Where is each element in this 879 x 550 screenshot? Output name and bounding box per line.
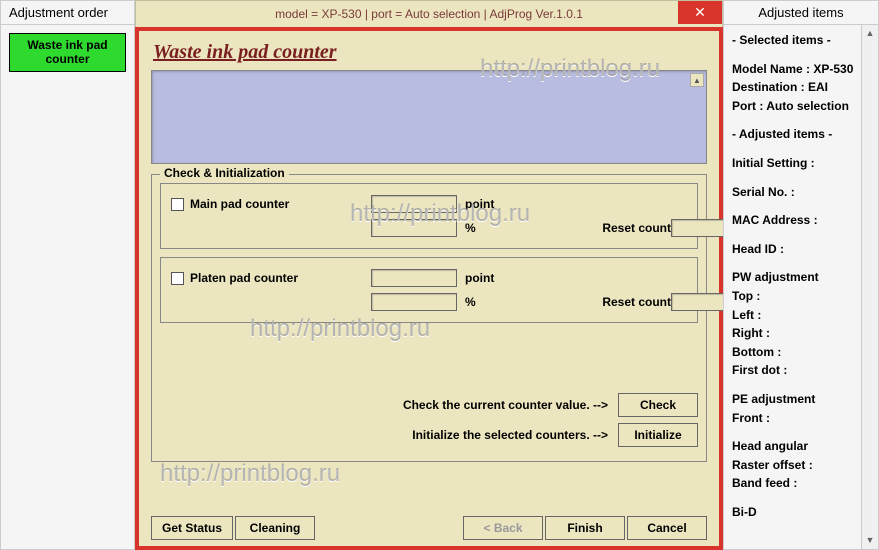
platen-pad-reset-label: Reset count <box>581 295 671 309</box>
main-pad-percent-label: % <box>461 221 501 235</box>
pw-right-line: Right : <box>732 324 870 343</box>
page-title: Waste ink pad counter <box>153 41 707 64</box>
platen-pad-point-field <box>371 269 457 287</box>
main-pad-point-field <box>371 195 457 213</box>
main-pad-label: Main pad counter <box>190 197 289 211</box>
log-textarea[interactable]: ▲ <box>151 70 707 164</box>
main-dialog: model = XP-530 | port = Auto selection |… <box>135 0 723 550</box>
check-hint: Check the current counter value. --> <box>403 398 608 412</box>
head-angular-line: Head angular <box>732 437 870 456</box>
adjustment-order-header: Adjustment order <box>1 1 134 25</box>
main-pad-reset-label: Reset count <box>581 221 671 235</box>
close-icon: ✕ <box>694 4 706 21</box>
fieldset-legend: Check & Initialization <box>160 166 289 180</box>
initialize-button[interactable]: Initialize <box>618 423 698 447</box>
cleaning-button[interactable]: Cleaning <box>235 516 315 540</box>
platen-pad-percent-field <box>371 293 457 311</box>
pe-front-line: Front : <box>732 409 870 428</box>
waste-ink-pad-counter-button[interactable]: Waste ink pad counter <box>9 33 126 72</box>
adjusted-items-panel: Adjusted items - Selected items - Model … <box>723 0 879 550</box>
main-pad-reset-field <box>671 219 727 237</box>
back-button: < Back <box>463 516 543 540</box>
platen-pad-point-label: point <box>461 271 501 285</box>
dialog-titlebar: model = XP-530 | port = Auto selection |… <box>135 0 723 27</box>
platen-pad-percent-label: % <box>461 295 501 309</box>
bi-d-line: Bi-D <box>732 503 870 522</box>
pw-top-line: Top : <box>732 287 870 306</box>
check-init-fieldset: Check & Initialization Main pad counter … <box>151 174 707 462</box>
dialog-title: model = XP-530 | port = Auto selection |… <box>275 7 583 21</box>
pe-adjustment-line: PE adjustment <box>732 390 870 409</box>
platen-pad-group: Platen pad counter point % Reset count <box>160 257 698 323</box>
get-status-button[interactable]: Get Status <box>151 516 233 540</box>
pw-adjustment-line: PW adjustment <box>732 268 870 287</box>
finish-button[interactable]: Finish <box>545 516 625 540</box>
scroll-up-icon[interactable]: ▲ <box>690 73 704 87</box>
serial-no-line: Serial No. : <box>732 183 870 202</box>
check-button[interactable]: Check <box>618 393 698 417</box>
model-name-line: Model Name : XP-530 <box>732 60 870 79</box>
right-scrollbar[interactable]: ▲ ▼ <box>861 25 878 549</box>
platen-pad-reset-field <box>671 293 727 311</box>
pw-firstdot-line: First dot : <box>732 361 870 380</box>
scroll-down-icon[interactable]: ▼ <box>862 532 878 549</box>
adjusted-items-header: Adjusted items <box>724 1 878 25</box>
destination-line: Destination : EAI <box>732 78 870 97</box>
pw-left-line: Left : <box>732 306 870 325</box>
platen-pad-checkbox[interactable] <box>171 272 184 285</box>
close-button[interactable]: ✕ <box>678 1 722 24</box>
scroll-up-icon[interactable]: ▲ <box>862 25 878 42</box>
raster-offset-line: Raster offset : <box>732 456 870 475</box>
adjustment-order-panel: Adjustment order Waste ink pad counter <box>0 0 135 550</box>
main-pad-group: Main pad counter point % Reset count <box>160 183 698 249</box>
band-feed-line: Band feed : <box>732 474 870 493</box>
initialize-hint: Initialize the selected counters. --> <box>412 428 608 442</box>
initial-setting-line: Initial Setting : <box>732 154 870 173</box>
adjusted-items-subheader: - Adjusted items - <box>732 125 870 144</box>
main-pad-point-label: point <box>461 197 501 211</box>
platen-pad-label: Platen pad counter <box>190 271 298 285</box>
main-pad-checkbox[interactable] <box>171 198 184 211</box>
head-id-line: Head ID : <box>732 240 870 259</box>
main-pad-percent-field <box>371 219 457 237</box>
cancel-button[interactable]: Cancel <box>627 516 707 540</box>
pw-bottom-line: Bottom : <box>732 343 870 362</box>
bottom-button-bar: Get Status Cleaning < Back Finish Cancel <box>151 516 707 540</box>
mac-address-line: MAC Address : <box>732 211 870 230</box>
adjusted-items-body: - Selected items - Model Name : XP-530 D… <box>724 25 878 549</box>
port-line: Port : Auto selection <box>732 97 870 116</box>
selected-items-header: - Selected items - <box>732 31 870 50</box>
